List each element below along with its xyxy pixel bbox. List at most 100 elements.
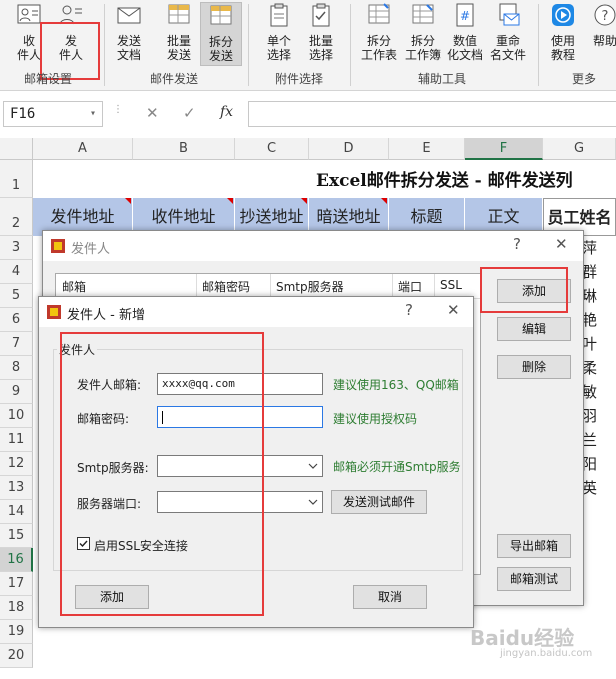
- row-header[interactable]: 7: [0, 332, 33, 356]
- batch-select-button[interactable]: 批量 选择: [300, 2, 342, 64]
- formula-input[interactable]: [248, 101, 616, 127]
- group-label-attachment: 附件选择: [275, 72, 324, 86]
- row-header[interactable]: 11: [0, 428, 33, 452]
- row-header[interactable]: 1: [0, 160, 33, 198]
- single-select-label-1: 单个: [266, 34, 291, 48]
- test-mailbox-button[interactable]: 邮箱测试: [497, 567, 571, 591]
- close-icon[interactable]: ✕: [555, 235, 568, 253]
- play-icon: [552, 4, 574, 26]
- row-header[interactable]: 2: [0, 198, 33, 236]
- numeric-document-button[interactable]: # 数值 化文档: [444, 2, 486, 64]
- export-mailbox-button[interactable]: 导出邮箱: [497, 534, 571, 558]
- split-worksheet-label-1: 拆分: [366, 34, 391, 48]
- batch-send-button[interactable]: 批量 发送: [158, 2, 200, 64]
- send-test-email-button[interactable]: 发送测试邮件: [331, 490, 427, 514]
- add-dialog-titlebar: 发件人 - 新增 ? ✕: [39, 297, 473, 327]
- app-icon: [51, 239, 65, 253]
- column-divider: [434, 274, 435, 298]
- name-cell[interactable]: 英: [582, 476, 616, 500]
- name-cell[interactable]: 羽: [582, 404, 616, 428]
- rename-file-button[interactable]: 重命 名文件: [486, 2, 530, 64]
- column-header[interactable]: A: [33, 138, 133, 160]
- split-worksheet-button[interactable]: 拆分 工作表: [356, 2, 402, 64]
- row-header[interactable]: 4: [0, 260, 33, 284]
- row-header[interactable]: 5: [0, 284, 33, 308]
- name-cell[interactable]: 叶: [582, 332, 616, 356]
- column-header-email[interactable]: 邮箱: [62, 278, 86, 295]
- confirm-icon[interactable]: ✓: [183, 104, 196, 122]
- numeric-document-label-2: 化文档: [446, 48, 483, 62]
- row-header[interactable]: 19: [0, 620, 33, 644]
- row-header[interactable]: 6: [0, 308, 33, 332]
- column-header[interactable]: E: [389, 138, 465, 160]
- row-header-selected[interactable]: 16: [0, 548, 33, 572]
- split-send-button[interactable]: 拆分 发送: [200, 2, 242, 66]
- clipboard-check-icon: [312, 3, 330, 27]
- send-document-button[interactable]: 发送 文档: [108, 2, 150, 64]
- rename-file-label-1: 重命: [495, 34, 520, 48]
- column-header[interactable]: C: [235, 138, 309, 160]
- column-header[interactable]: D: [309, 138, 389, 160]
- close-icon[interactable]: ✕: [447, 301, 460, 319]
- split-workbook-label-1: 拆分: [410, 34, 435, 48]
- help-button[interactable]: ? 帮助: [588, 2, 616, 64]
- column-header-smtp[interactable]: Smtp服务器: [276, 278, 344, 295]
- tutorial-button[interactable]: 使用 教程: [542, 2, 584, 64]
- select-all-corner[interactable]: [0, 138, 33, 160]
- tutorial-label-1: 使用: [550, 34, 575, 48]
- comment-marker: [381, 198, 387, 204]
- split-sheet-icon: [368, 3, 390, 24]
- batch-select-label-2: 选择: [308, 48, 333, 62]
- name-cell[interactable]: 萍: [582, 236, 616, 260]
- column-header-selected[interactable]: F: [465, 138, 543, 160]
- row-header[interactable]: 12: [0, 452, 33, 476]
- drag-handle-icon: ⋮: [113, 104, 123, 115]
- name-cell[interactable]: 兰: [582, 428, 616, 452]
- single-select-label-2: 选择: [266, 48, 291, 62]
- sender-dialog-title: 发件人: [71, 242, 111, 257]
- name-box[interactable]: F16 ▾: [3, 101, 103, 127]
- name-cell[interactable]: 琳: [582, 284, 616, 308]
- watermark-logo: Baidu经验: [470, 626, 575, 650]
- split-send-label-2: 发送: [208, 49, 233, 63]
- name-cell[interactable]: 艳: [582, 308, 616, 332]
- name-cell[interactable]: 柔: [582, 356, 616, 380]
- batch-send-label-2: 发送: [166, 48, 191, 62]
- row-header[interactable]: 15: [0, 524, 33, 548]
- table-split-icon: [210, 5, 232, 25]
- help-icon[interactable]: ?: [405, 301, 413, 319]
- column-header-port[interactable]: 端口: [398, 278, 422, 295]
- row-header[interactable]: 13: [0, 476, 33, 500]
- name-cell[interactable]: 敏: [582, 380, 616, 404]
- row-header[interactable]: 18: [0, 596, 33, 620]
- single-select-button[interactable]: 单个 选择: [258, 2, 300, 64]
- split-workbook-button[interactable]: 拆分 工作簿: [402, 2, 444, 64]
- name-cell[interactable]: 阳: [582, 452, 616, 476]
- function-icon[interactable]: fx: [220, 104, 233, 120]
- row-header[interactable]: 9: [0, 380, 33, 404]
- column-header[interactable]: G: [543, 138, 616, 160]
- row-header[interactable]: 14: [0, 500, 33, 524]
- row-header[interactable]: 10: [0, 404, 33, 428]
- cancel-icon[interactable]: ✕: [146, 104, 159, 122]
- row-header[interactable]: 8: [0, 356, 33, 380]
- rename-file-label-2: 名文件: [489, 48, 526, 62]
- row-header[interactable]: 17: [0, 572, 33, 596]
- name-cell[interactable]: 群: [582, 260, 616, 284]
- row-header[interactable]: 20: [0, 644, 33, 668]
- help-icon: ?: [594, 4, 616, 26]
- delete-sender-button[interactable]: 删除: [497, 355, 571, 379]
- column-divider: [196, 274, 197, 298]
- split-send-label-1: 拆分: [208, 35, 233, 49]
- edit-sender-button[interactable]: 编辑: [497, 317, 571, 341]
- svg-text:?: ?: [602, 9, 609, 24]
- ribbon-separator: [538, 4, 539, 86]
- cancel-button[interactable]: 取消: [353, 585, 427, 609]
- help-icon[interactable]: ?: [513, 235, 521, 253]
- column-header-ssl[interactable]: SSL: [440, 278, 462, 292]
- column-header-password[interactable]: 邮箱密码: [202, 278, 250, 295]
- chevron-down-icon[interactable]: ▾: [90, 102, 96, 126]
- group-label-tools: 辅助工具: [418, 72, 467, 86]
- column-header[interactable]: B: [133, 138, 235, 160]
- row-header[interactable]: 3: [0, 236, 33, 260]
